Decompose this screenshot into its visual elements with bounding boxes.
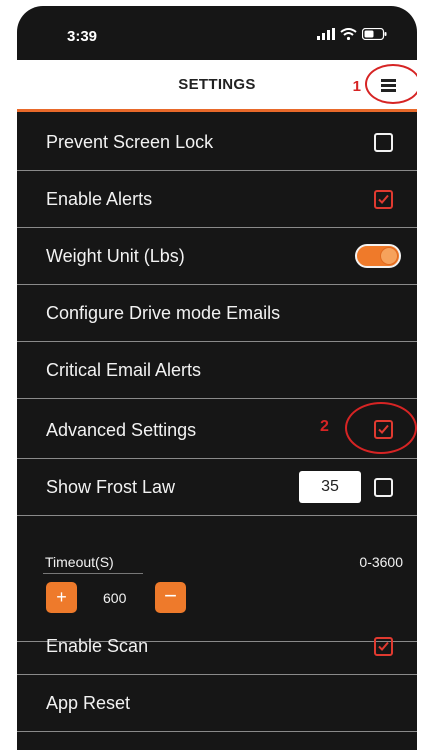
signal-icon [317, 28, 335, 40]
settings-header: SETTINGS 1 [17, 60, 417, 112]
menu-icon-bar [381, 84, 396, 87]
setting-row-app-reset[interactable]: App Reset [17, 675, 417, 732]
status-icons [317, 28, 387, 40]
wifi-icon [340, 28, 357, 40]
timeout-decrement-button[interactable]: − [155, 582, 186, 613]
prevent-screen-lock-checkbox[interactable] [374, 133, 393, 152]
setting-row-enable-scan: Enable Scan [17, 618, 417, 675]
menu-icon-bar [381, 79, 396, 82]
timeout-label: Timeout(S) [45, 554, 114, 570]
hamburger-menu-button[interactable] [373, 70, 405, 100]
annotation-marker-2: 2 [320, 418, 329, 435]
timeout-underline [43, 573, 143, 574]
setting-label: Advanced Settings [46, 420, 197, 440]
timeout-value: 600 [103, 590, 127, 606]
menu-icon-bar [381, 89, 396, 92]
setting-label: Weight Unit (Lbs) [46, 246, 185, 266]
status-bar: 3:39 [17, 6, 417, 60]
status-time: 3:39 [67, 28, 98, 45]
enable-scan-checkbox[interactable] [374, 637, 393, 656]
setting-row-weight-unit: Weight Unit (Lbs) [17, 228, 417, 285]
timeout-increment-button[interactable]: + [46, 582, 77, 613]
setting-row-show-frost-law: Show Frost Law 35 [17, 459, 417, 516]
enable-alerts-checkbox[interactable] [374, 190, 393, 209]
check-icon [378, 641, 389, 651]
annotation-marker-1: 1 [352, 78, 361, 95]
setting-label: Show Frost Law [46, 477, 176, 497]
setting-label: App Reset [46, 693, 131, 713]
setting-row-prevent-screen-lock: Prevent Screen Lock [17, 114, 417, 171]
setting-row-enable-alerts: Enable Alerts [17, 171, 417, 228]
weight-unit-toggle[interactable] [355, 244, 401, 268]
check-icon [378, 194, 389, 204]
setting-label: Configure Drive mode Emails [46, 303, 281, 323]
setting-label: Critical Email Alerts [46, 360, 202, 380]
advanced-settings-checkbox[interactable] [374, 420, 393, 439]
show-frost-law-checkbox[interactable] [374, 478, 393, 497]
setting-row-advanced-settings: Advanced Settings 2 [17, 399, 417, 459]
setting-label: Enable Alerts [46, 189, 153, 209]
setting-label: Prevent Screen Lock [46, 132, 214, 152]
battery-icon [362, 28, 387, 40]
check-icon [378, 424, 389, 434]
toggle-knob [381, 248, 397, 264]
phone-screen: 3:39 SETTINGS 1 Prevent Screen Lock Enab… [17, 6, 417, 750]
setting-label: Enable Scan [46, 636, 149, 656]
setting-row-critical-email-alerts[interactable]: Critical Email Alerts [17, 342, 417, 399]
timeout-range: 0-3600 [359, 554, 403, 570]
setting-row-configure-drive-mode-emails[interactable]: Configure Drive mode Emails [17, 285, 417, 342]
frost-law-value-input[interactable]: 35 [299, 471, 361, 503]
